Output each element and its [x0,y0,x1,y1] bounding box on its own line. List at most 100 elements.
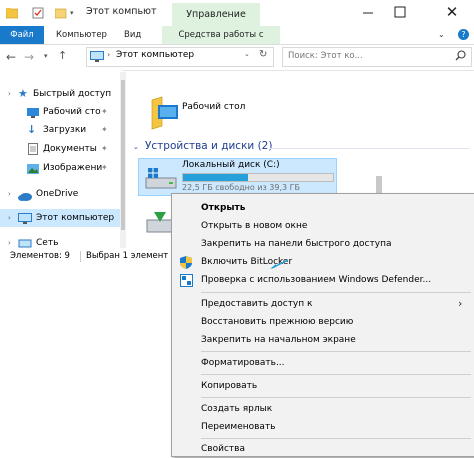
nav-item-this-pc[interactable]: › Этот компьютер [0,209,122,227]
pin-icon[interactable]: ✦ [101,103,108,121]
nav-item-desktop[interactable]: Рабочий сто ✦ [0,103,122,121]
group-header[interactable]: Устройства и диски (2) [145,140,272,152]
menu-pin-start[interactable]: Закрепить на начальном экране [172,331,474,349]
maximize-icon[interactable] [390,4,410,20]
ribbon-expand-icon[interactable]: ⌄ [438,30,445,39]
menu-label: Открыть в новом окне [201,221,308,231]
nav-label: Быстрый доступ [33,89,112,99]
status-selection: Выбран 1 элемент [86,251,169,261]
menu-label: Создать ярлык [201,404,273,414]
tab-manage[interactable]: Управление [172,3,260,26]
menu-separator [201,438,471,439]
status-divider [80,251,81,262]
cloud-icon [18,190,32,208]
menu-label: Предоставить доступ к [201,299,313,309]
mouse-pointer-icon [266,258,290,281]
expand-arrow-icon[interactable]: › [8,85,11,103]
group-collapse-icon[interactable]: ⌄ [133,143,139,151]
nav-label: Загрузки [43,125,87,135]
menu-create-shortcut[interactable]: Создать ярлык [172,400,474,418]
expand-arrow-icon[interactable]: › [8,185,11,203]
drive-icon [145,166,177,193]
drive-free-space: 22,5 ГБ свободно из 39,3 ГБ [182,183,301,192]
nav-scrollbar-thumb[interactable] [121,80,125,230]
menu-properties[interactable]: Свойства [172,440,474,458]
menu-format[interactable]: Форматировать... [172,354,474,372]
desktop-folder-icon[interactable] [146,96,178,135]
menu-separator [201,292,471,293]
menu-defender-scan[interactable]: Проверка с использованием Windows Defend… [172,271,474,289]
nav-label: Рабочий сто [43,107,101,117]
help-icon[interactable]: ? [458,29,469,40]
drive-usage-fill [183,174,248,181]
tab-view[interactable]: Вид [124,26,141,44]
menu-rename[interactable]: Переименовать [172,418,474,436]
menu-copy[interactable]: Копировать [172,377,474,395]
menu-label: Открыть [201,203,246,213]
nav-label: Документы [43,144,97,154]
qat-dropdown-icon[interactable]: ▾ [70,9,78,17]
star-icon: ★ [18,87,28,100]
menu-pin-quick-access[interactable]: Закрепить на панели быстрого доступа [172,235,474,253]
menu-separator [201,397,471,398]
context-menu: Открыть Открыть в новом окне Закрепить н… [171,193,474,457]
recent-dropdown-icon[interactable]: ▾ [44,52,48,60]
nav-item-onedrive[interactable]: › OneDrive [0,185,122,203]
menu-open-new-window[interactable]: Открыть в новом окне [172,217,474,235]
drive-usage-bar [182,173,334,182]
menu-label: Копировать [201,381,258,391]
menu-label: Переименовать [201,422,276,432]
nav-label: Этот компьютер [36,213,115,223]
pin-icon[interactable]: ✦ [101,121,108,139]
breadcrumb-this-pc[interactable]: Этот компьютер [116,50,194,60]
close-icon[interactable]: ✕ [440,2,464,22]
menu-separator [201,374,471,375]
nav-item-pictures[interactable]: Изображени ✦ [0,159,122,177]
pin-icon[interactable]: ✦ [101,159,108,177]
tab-drive-tools[interactable]: Средства работы с дисками [162,26,280,58]
expand-arrow-icon[interactable]: › [8,234,11,248]
nav-label: Сеть [36,238,59,248]
menu-label: Проверка с использованием Windows Defend… [201,275,432,285]
minimize-icon[interactable] [358,4,378,20]
up-icon[interactable]: ↑ [58,49,67,62]
properties-icon[interactable] [32,7,44,19]
menu-label: Закрепить на начальном экране [201,335,356,345]
back-icon[interactable]: ← [6,50,16,64]
menu-label: Форматировать... [201,358,285,368]
nav-item-network[interactable]: › Сеть [0,234,122,248]
pictures-icon [27,163,39,181]
menu-label: Свойства [201,444,245,454]
folder-icon [5,7,19,19]
tab-file[interactable]: Файл [0,26,44,44]
drive-name: Локальный диск (C:) [182,160,280,170]
menu-separator [201,351,471,352]
group-divider [270,148,470,149]
nav-item-downloads[interactable]: ↓ Загрузки ✦ [0,121,122,139]
refresh-icon[interactable]: ↻ [259,49,267,60]
menu-open[interactable]: Открыть [172,199,474,217]
address-dropdown-icon[interactable]: ⌄ [244,50,250,58]
tab-computer[interactable]: Компьютер [56,26,107,44]
expand-arrow-icon[interactable]: › [8,209,11,227]
menu-bitlocker[interactable]: Включить BitLocker [172,253,474,271]
computer-icon [90,51,104,65]
menu-restore-previous[interactable]: Восстановить прежнюю версию [172,313,474,331]
nav-item-quick-access[interactable]: › ★ Быстрый доступ [0,85,122,103]
download-icon: ↓ [27,123,37,136]
menu-share[interactable]: Предоставить доступ к › [172,295,474,313]
breadcrumb-chevron-icon[interactable]: › [107,50,110,59]
nav-item-documents[interactable]: Документы ✦ [0,140,122,158]
new-folder-icon[interactable] [54,7,67,19]
status-count: Элементов: 9 [10,251,70,261]
nav-label: Изображени [43,163,103,173]
forward-icon[interactable]: → [24,50,34,64]
pin-icon[interactable]: ✦ [101,140,108,158]
network-icon [18,238,32,248]
defender-icon [180,274,193,294]
desktop-folder-label[interactable]: Рабочий стол [182,102,245,112]
window-title: Этот компьют [86,6,157,17]
search-placeholder: Поиск: Этот ко... [288,51,363,61]
menu-label: Закрепить на панели быстрого доступа [201,239,392,249]
search-icon[interactable] [455,50,466,64]
